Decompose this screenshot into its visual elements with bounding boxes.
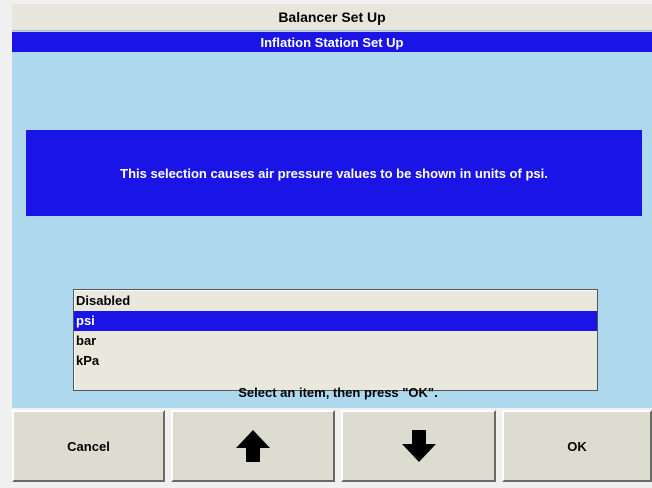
cancel-button[interactable]: Cancel: [12, 410, 165, 482]
units-listbox[interactable]: Disabled psi bar kPa: [73, 289, 598, 391]
balancer-screen: Balancer Set Up Inflation Station Set Up…: [0, 0, 652, 488]
window-title: Balancer Set Up: [12, 4, 652, 31]
setup-panel: Inflation Station Set Up This selection …: [12, 31, 652, 408]
info-message-text: This selection causes air pressure value…: [120, 165, 548, 181]
list-item-kpa[interactable]: kPa: [74, 351, 597, 371]
arrow-down-icon: [401, 429, 437, 463]
instruction-prompt: Select an item, then press "OK".: [238, 384, 438, 400]
move-up-button[interactable]: [171, 410, 335, 482]
move-down-button[interactable]: [341, 410, 496, 482]
list-item-psi[interactable]: psi: [74, 311, 597, 331]
ok-button[interactable]: OK: [502, 410, 652, 482]
ok-button-label: OK: [567, 438, 587, 454]
info-message: This selection causes air pressure value…: [26, 130, 642, 216]
list-item-disabled[interactable]: Disabled: [74, 291, 597, 311]
list-item-bar[interactable]: bar: [74, 331, 597, 351]
cancel-button-label: Cancel: [67, 438, 110, 454]
arrow-up-icon: [235, 429, 271, 463]
softkey-bar: Cancel OK: [0, 408, 652, 488]
page-subtitle: Inflation Station Set Up: [12, 32, 652, 52]
